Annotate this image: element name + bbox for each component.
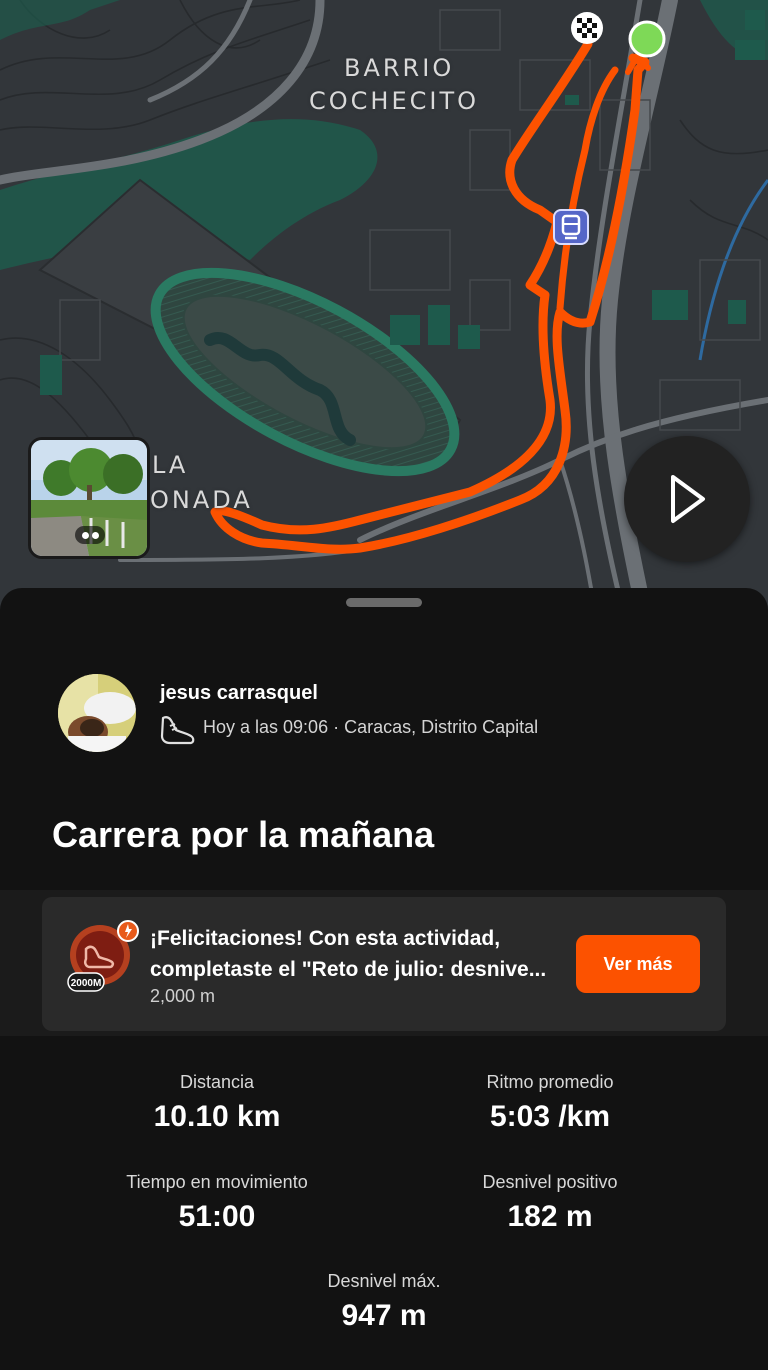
ver-mas-button[interactable]: Ver más xyxy=(576,935,700,993)
sheet-drag-handle[interactable] xyxy=(346,598,422,607)
activity-title: Carrera por la mañana xyxy=(52,814,435,855)
map-label-onada: ONADA xyxy=(150,486,253,514)
stat-moving-time: Tiempo en movimiento 51:00 xyxy=(67,1172,367,1234)
map-label-cochecito: COCHECITO xyxy=(309,87,480,115)
badge-label: 2000M xyxy=(71,978,102,989)
stat-value: 51:00 xyxy=(178,1200,256,1233)
route-map[interactable]: BARRIO COCHECITO LA ONADA xyxy=(0,0,768,640)
stat-distance: Distancia 10.10 km xyxy=(67,1072,367,1134)
map-label-la: LA xyxy=(152,451,189,479)
activity-sheet: jesus carrasquel Hoy a las 09:06 · Carac… xyxy=(0,588,768,1370)
stat-value: 5:03 /km xyxy=(489,1100,611,1133)
running-shoe-icon xyxy=(160,716,195,745)
stat-value: 947 m xyxy=(341,1299,427,1332)
stat-label: Tiempo en movimiento xyxy=(126,1172,308,1192)
photo-thumbnail[interactable] xyxy=(28,437,150,559)
stat-elevation-gain: Desnivel positivo 182 m xyxy=(400,1172,700,1234)
stat-max-elevation: Desnivel máx. 947 m xyxy=(234,1271,534,1333)
avatar-image xyxy=(58,674,136,752)
play-button[interactable] xyxy=(624,436,750,562)
finish-flag-icon xyxy=(571,12,603,44)
stat-label: Desnivel positivo xyxy=(482,1172,618,1192)
athlete-name[interactable]: jesus carrasquel xyxy=(160,682,318,705)
achievement-card[interactable]: 2000M ¡Felicitaciones! Con esta activida… xyxy=(42,897,726,1031)
stat-label: Distancia xyxy=(179,1072,255,1092)
avatar[interactable] xyxy=(58,674,136,752)
achievement-value: 2,000 m xyxy=(150,986,216,1006)
activity-meta: Hoy a las 09:06 · Caracas, Distrito Capi… xyxy=(203,717,539,737)
stat-label: Ritmo promedio xyxy=(486,1072,614,1092)
stat-value: 182 m xyxy=(507,1200,593,1233)
metro-station-icon[interactable] xyxy=(552,208,590,248)
play-icon xyxy=(671,475,705,523)
map-label-barrio: BARRIO xyxy=(344,54,455,82)
stat-value: 10.10 km xyxy=(153,1100,281,1133)
stat-pace: Ritmo promedio 5:03 /km xyxy=(400,1072,700,1134)
photo-count-indicator xyxy=(75,526,105,544)
achievement-headline: ¡Felicitaciones! Con esta actividad, xyxy=(150,927,501,950)
achievement-challenge: completaste el "Reto de julio: desnive..… xyxy=(150,958,547,981)
stat-label: Desnivel máx. xyxy=(327,1271,441,1291)
start-dot-icon xyxy=(628,20,666,58)
challenge-badge-icon: 2000M xyxy=(67,920,139,992)
